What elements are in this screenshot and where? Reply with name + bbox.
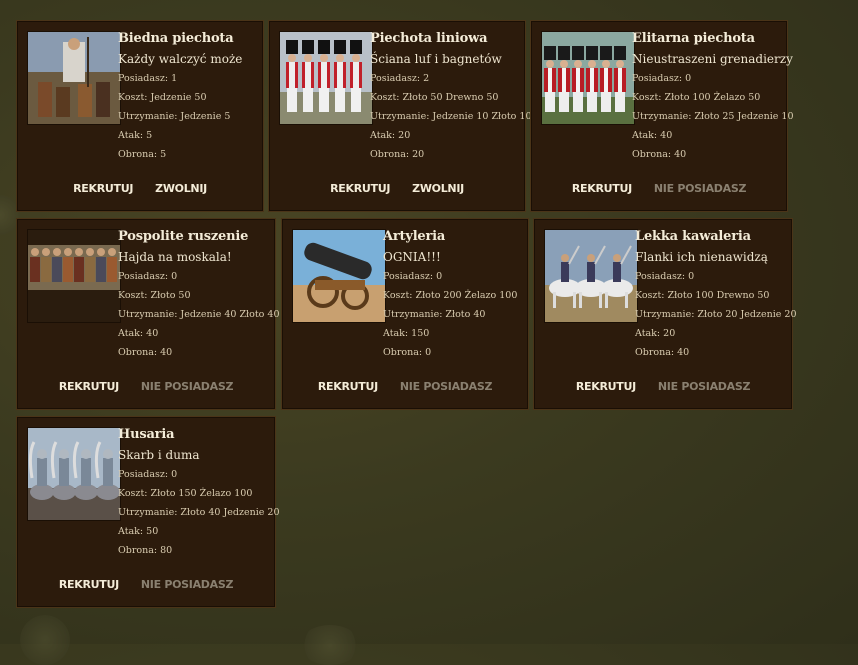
unit-card: Lekka kawaleria Flanki ich nienawidzą Po… — [533, 218, 797, 410]
unit-name: Lekka kawaleria — [635, 229, 751, 244]
unit-motto: Flanki ich nienawidzą — [635, 250, 768, 264]
unit-attack: Atak: 20 — [370, 130, 411, 141]
not-owned-label: NIE POSIADASZ — [140, 578, 234, 591]
unit-info: Piechota liniowa Ściana luf i bagnetów P… — [370, 29, 532, 164]
unit-cost: Koszt: Złoto 200 Żelazo 100 — [383, 290, 518, 301]
unit-cost: Koszt: Jedzenie 50 — [118, 92, 207, 103]
unit-owned-count: Posiadasz: 2 — [370, 73, 430, 84]
unit-card: Piechota liniowa Ściana luf i bagnetów P… — [268, 20, 532, 212]
recruit-button[interactable]: REKRUTUJ — [576, 380, 636, 393]
unit-cost: Koszt: Złoto 150 Żelazo 100 — [118, 488, 253, 499]
unit-motto: OGNIA!!! — [383, 250, 441, 264]
recruit-button[interactable]: REKRUTUJ — [572, 182, 632, 195]
unit-owned-count: Posiadasz: 1 — [118, 73, 178, 84]
unit-defense: Obrona: 80 — [118, 545, 173, 556]
unit-actions: REKRUTUJ NIE POSIADASZ — [534, 380, 792, 393]
unit-owned-count: Posiadasz: 0 — [635, 271, 695, 282]
unit-info: Lekka kawaleria Flanki ich nienawidzą Po… — [635, 227, 797, 362]
not-owned-label: NIE POSIADASZ — [657, 380, 751, 393]
unit-upkeep: Utrzymanie: Złoto 40 Jedzenie 20 — [118, 507, 280, 518]
unit-cost: Koszt: Złoto 100 Drewno 50 — [635, 290, 770, 301]
map-coin-decoration — [300, 625, 360, 665]
unit-upkeep: Utrzymanie: Jedzenie 5 — [118, 111, 231, 122]
unit-card: Biedna piechota Każdy walczyć może Posia… — [16, 20, 264, 212]
unit-motto: Skarb i duma — [118, 448, 200, 462]
unit-upkeep: Utrzymanie: Złoto 40 — [383, 309, 486, 320]
unit-name: Husaria — [118, 427, 175, 442]
unit-portrait-image — [27, 31, 121, 125]
unit-owned-count: Posiadasz: 0 — [118, 271, 178, 282]
unit-cost: Koszt: Złoto 100 Żelazo 50 — [632, 92, 761, 103]
not-owned-label: NIE POSIADASZ — [140, 380, 234, 393]
unit-defense: Obrona: 0 — [383, 347, 432, 358]
unit-portrait-image — [27, 427, 121, 521]
recruit-button[interactable]: REKRUTUJ — [318, 380, 378, 393]
unit-upkeep: Utrzymanie: Złoto 25 Jedzenie 10 — [632, 111, 794, 122]
unit-name: Piechota liniowa — [370, 31, 488, 46]
recruit-button[interactable]: REKRUTUJ — [73, 182, 133, 195]
unit-actions: REKRUTUJ NIE POSIADASZ — [17, 380, 275, 393]
unit-actions: REKRUTUJ NIE POSIADASZ — [531, 182, 787, 195]
recruit-button[interactable]: REKRUTUJ — [330, 182, 390, 195]
unit-actions: REKRUTUJ NIE POSIADASZ — [282, 380, 528, 393]
unit-card: Artyleria OGNIA!!! Posiadasz: 0 Koszt: Z… — [281, 218, 529, 410]
unit-defense: Obrona: 40 — [632, 149, 687, 160]
unit-owned-count: Posiadasz: 0 — [632, 73, 692, 84]
unit-card: Elitarna piechota Nieustraszeni grenadie… — [530, 20, 794, 212]
dismiss-button[interactable]: ZWOLNIJ — [412, 182, 464, 195]
unit-portrait-image — [279, 31, 373, 125]
unit-name: Biedna piechota — [118, 31, 234, 46]
unit-card: Husaria Skarb i duma Posiadasz: 0 Koszt:… — [16, 416, 280, 608]
unit-info: Biedna piechota Każdy walczyć może Posia… — [118, 29, 259, 164]
unit-attack: Atak: 40 — [632, 130, 673, 141]
unit-actions: REKRUTUJ NIE POSIADASZ — [17, 578, 275, 591]
unit-cost: Koszt: Złoto 50 — [118, 290, 191, 301]
unit-owned-count: Posiadasz: 0 — [383, 271, 443, 282]
unit-portrait-image — [27, 229, 121, 323]
unit-defense: Obrona: 40 — [635, 347, 690, 358]
unit-attack: Atak: 50 — [118, 526, 159, 537]
not-owned-label: NIE POSIADASZ — [653, 182, 747, 195]
recruit-button[interactable]: REKRUTUJ — [59, 578, 119, 591]
unit-upkeep: Utrzymanie: Złoto 20 Jedzenie 20 — [635, 309, 797, 320]
unit-owned-count: Posiadasz: 0 — [118, 469, 178, 480]
unit-motto: Ściana luf i bagnetów — [370, 52, 502, 66]
unit-portrait-image — [292, 229, 386, 323]
unit-portrait-image — [541, 31, 635, 125]
unit-info: Pospolite ruszenie Hajda na moskala! Pos… — [118, 227, 280, 362]
unit-motto: Nieustraszeni grenadierzy — [632, 52, 793, 66]
unit-upkeep: Utrzymanie: Jedzenie 10 Złoto 10 — [370, 111, 532, 122]
unit-info: Husaria Skarb i duma Posiadasz: 0 Koszt:… — [118, 425, 280, 560]
unit-actions: REKRUTUJ ZWOLNIJ — [269, 182, 525, 195]
unit-defense: Obrona: 5 — [118, 149, 167, 160]
dismiss-button[interactable]: ZWOLNIJ — [155, 182, 207, 195]
unit-card: Pospolite ruszenie Hajda na moskala! Pos… — [16, 218, 280, 410]
unit-actions: REKRUTUJ ZWOLNIJ — [17, 182, 263, 195]
unit-portrait-image — [544, 229, 638, 323]
unit-name: Elitarna piechota — [632, 31, 755, 46]
unit-info: Artyleria OGNIA!!! Posiadasz: 0 Koszt: Z… — [383, 227, 524, 362]
unit-attack: Atak: 150 — [383, 328, 430, 339]
unit-cost: Koszt: Złoto 50 Drewno 50 — [370, 92, 499, 103]
recruit-button[interactable]: REKRUTUJ — [59, 380, 119, 393]
unit-name: Artyleria — [383, 229, 446, 244]
unit-defense: Obrona: 40 — [118, 347, 173, 358]
unit-attack: Atak: 20 — [635, 328, 676, 339]
unit-info: Elitarna piechota Nieustraszeni grenadie… — [632, 29, 794, 164]
unit-motto: Każdy walczyć może — [118, 52, 243, 66]
unit-name: Pospolite ruszenie — [118, 229, 249, 244]
unit-upkeep: Utrzymanie: Jedzenie 40 Złoto 40 — [118, 309, 280, 320]
not-owned-label: NIE POSIADASZ — [399, 380, 493, 393]
unit-attack: Atak: 40 — [118, 328, 159, 339]
unit-attack: Atak: 5 — [118, 130, 153, 141]
unit-motto: Hajda na moskala! — [118, 250, 232, 264]
unit-defense: Obrona: 20 — [370, 149, 425, 160]
map-coin-decoration — [20, 615, 70, 665]
